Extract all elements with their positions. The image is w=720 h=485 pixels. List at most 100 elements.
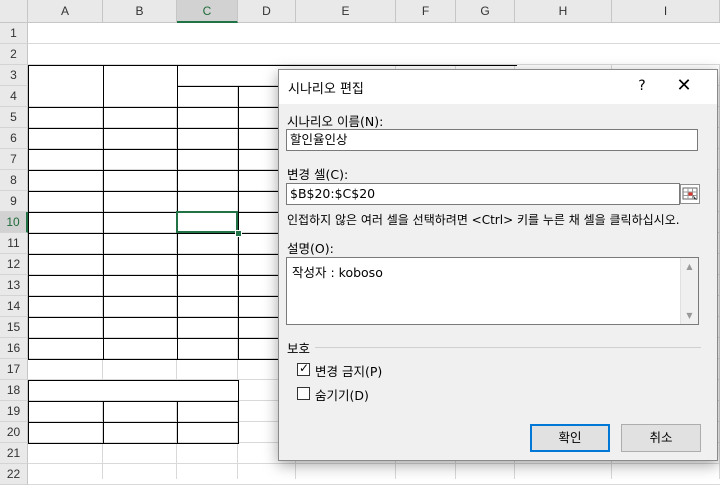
price-cell[interactable] (103, 254, 177, 275)
price-cell[interactable] (103, 149, 177, 170)
qty-cell[interactable] (177, 107, 238, 128)
row-header-2[interactable]: 2 (0, 44, 28, 65)
price-cell[interactable] (103, 317, 177, 338)
header-qty[interactable] (177, 86, 238, 107)
table-border (238, 380, 239, 444)
qty-cell[interactable] (177, 149, 238, 170)
row-header-18[interactable]: 18 (0, 380, 28, 401)
hide-label[interactable]: 숨기기(D) (315, 385, 369, 404)
prevent-changes-label[interactable]: 변경 금지(P) (315, 361, 382, 380)
row-header-10[interactable]: 10 (0, 212, 28, 233)
product-name-cell[interactable] (28, 212, 103, 233)
column-header-f[interactable]: F (396, 0, 456, 23)
product-name-cell[interactable] (28, 233, 103, 254)
changing-cells-input[interactable]: $B$20:$C$20 (286, 183, 680, 205)
price-cell[interactable] (103, 212, 177, 233)
ok-button[interactable]: 확인 (530, 424, 610, 452)
price-cell[interactable] (103, 128, 177, 149)
product-name-cell[interactable] (28, 128, 103, 149)
dialog-titlebar: 시나리오 편집 ? ✕ (279, 70, 717, 104)
product-name-cell[interactable] (28, 170, 103, 191)
price-cell[interactable] (103, 107, 177, 128)
table-border (28, 422, 239, 423)
close-button[interactable]: ✕ (672, 74, 696, 98)
description-label: 설명(O): (287, 241, 334, 256)
row-header-12[interactable]: 12 (0, 254, 28, 275)
product-name-cell[interactable] (28, 275, 103, 296)
product-name-cell[interactable] (28, 296, 103, 317)
discount-member-value[interactable] (103, 422, 177, 443)
row-header-17[interactable]: 17 (0, 359, 28, 380)
qty-cell[interactable] (177, 128, 238, 149)
product-name-cell[interactable] (28, 149, 103, 170)
scroll-up-icon[interactable]: ▲ (681, 258, 698, 275)
selected-cell-c10[interactable] (176, 211, 238, 233)
column-header-h[interactable]: H (515, 0, 612, 23)
description-textarea[interactable]: 작성자 : koboso ▲ ▼ (286, 257, 699, 325)
qty-cell[interactable] (177, 233, 238, 254)
description-scrollbar[interactable]: ▲ ▼ (680, 258, 698, 324)
row-header-21[interactable]: 21 (0, 443, 28, 464)
row-header-14[interactable]: 14 (0, 296, 28, 317)
qty-cell[interactable] (177, 275, 238, 296)
help-button[interactable]: ? (632, 76, 652, 96)
column-header-b[interactable]: B (103, 0, 177, 23)
column-header-d[interactable]: D (238, 0, 296, 23)
row-header-7[interactable]: 7 (0, 149, 28, 170)
prevent-changes-checkbox[interactable]: ✓ (297, 361, 310, 376)
table-border (103, 65, 104, 360)
price-cell[interactable] (103, 233, 177, 254)
qty-cell[interactable] (177, 317, 238, 338)
row-header-22[interactable]: 22 (0, 464, 28, 485)
discount-row-label[interactable] (28, 422, 103, 443)
row-header-20[interactable]: 20 (0, 422, 28, 443)
discount-nonmember-value[interactable] (177, 422, 238, 443)
discount-header-type[interactable] (28, 401, 103, 422)
price-cell[interactable] (103, 275, 177, 296)
total-qty[interactable] (177, 338, 238, 359)
row-header-5[interactable]: 5 (0, 107, 28, 128)
row-header-19[interactable]: 19 (0, 401, 28, 422)
row-header-11[interactable]: 11 (0, 233, 28, 254)
price-cell[interactable] (103, 191, 177, 212)
range-select-icon (682, 187, 698, 200)
cancel-button[interactable]: 취소 (621, 424, 701, 452)
row-header-6[interactable]: 6 (0, 128, 28, 149)
scenario-name-input[interactable]: 할인율인상 (286, 129, 698, 151)
column-header-i[interactable]: I (612, 0, 720, 23)
table-border (28, 443, 239, 444)
scroll-down-icon[interactable]: ▼ (681, 307, 698, 324)
price-cell[interactable] (103, 296, 177, 317)
column-header-a[interactable]: A (28, 0, 103, 23)
product-name-cell[interactable] (28, 317, 103, 338)
row-header-3[interactable]: 3 (0, 65, 28, 86)
qty-cell[interactable] (177, 191, 238, 212)
product-name-cell[interactable] (28, 107, 103, 128)
product-name-cell[interactable] (28, 254, 103, 275)
price-cell[interactable] (103, 170, 177, 191)
qty-cell[interactable] (177, 254, 238, 275)
product-name-cell[interactable] (28, 191, 103, 212)
fill-handle[interactable] (235, 230, 242, 237)
discount-header-nonmember[interactable] (177, 401, 238, 422)
qty-cell[interactable] (177, 170, 238, 191)
row-header-16[interactable]: 16 (0, 338, 28, 359)
table-border (28, 65, 517, 66)
column-header-e[interactable]: E (296, 0, 396, 23)
table-border (28, 275, 297, 276)
range-picker-button[interactable] (680, 184, 700, 204)
row-header-1[interactable]: 1 (0, 23, 28, 44)
discount-title[interactable] (28, 380, 238, 401)
row-header-15[interactable]: 15 (0, 317, 28, 338)
select-all-corner[interactable] (0, 0, 28, 23)
row-header-13[interactable]: 13 (0, 275, 28, 296)
qty-cell[interactable] (177, 296, 238, 317)
row-header-8[interactable]: 8 (0, 170, 28, 191)
discount-header-member[interactable] (103, 401, 177, 422)
header-price (103, 65, 177, 107)
column-header-c[interactable]: C (177, 0, 238, 23)
row-header-4[interactable]: 4 (0, 86, 28, 107)
row-header-9[interactable]: 9 (0, 191, 28, 212)
hide-checkbox[interactable] (297, 387, 310, 400)
column-header-g[interactable]: G (456, 0, 515, 23)
